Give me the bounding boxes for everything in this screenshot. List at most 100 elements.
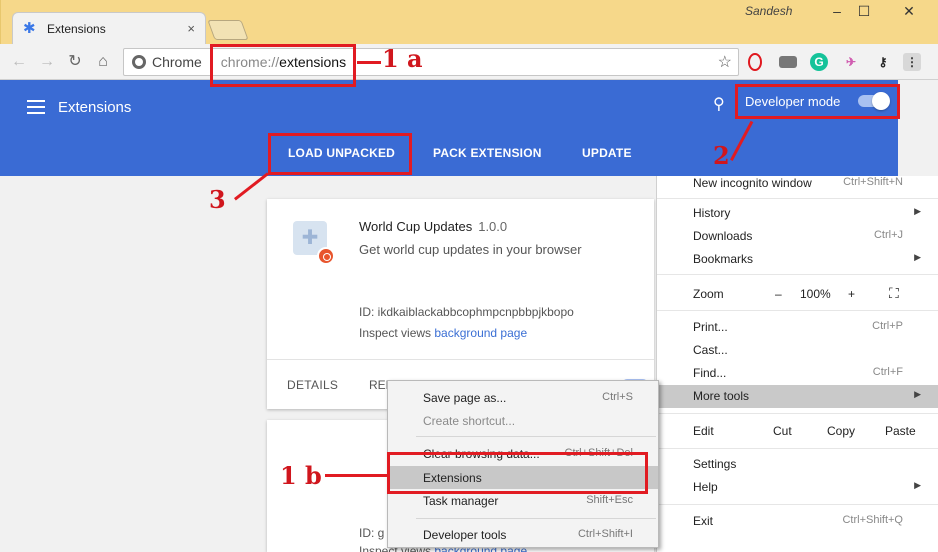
pack-extension-button[interactable]: PACK EXTENSION [433, 146, 542, 160]
details-button[interactable]: DETAILS [287, 378, 338, 392]
card-divider [267, 359, 654, 360]
menu-divider [657, 504, 938, 505]
page-title: Extensions [58, 99, 132, 116]
menu-bookmarks[interactable]: Bookmarks ▶ [657, 248, 938, 271]
annotation-label-3: 3 [209, 185, 226, 214]
menu-cast[interactable]: Cast... [657, 339, 938, 362]
menu-label: Cast... [693, 343, 728, 357]
copy-button[interactable]: Copy [827, 420, 855, 443]
menu-zoom: Zoom – 100% + ⛶ [657, 283, 938, 306]
submenu-label: Save page as... [423, 391, 507, 405]
annotation-label-1a: 1 a [382, 44, 423, 73]
new-tab-button[interactable] [207, 20, 249, 40]
menu-edit: Edit Cut Copy Paste [657, 420, 938, 443]
menu-divider [657, 448, 938, 449]
puzzle-icon: ✱ [23, 19, 36, 37]
annotation-label-2: 2 [713, 141, 730, 170]
submenu-developer-tools[interactable]: Developer tools Ctrl+Shift+I [388, 523, 658, 546]
home-icon[interactable]: ⌂ [92, 51, 114, 73]
close-window-button[interactable]: ✕ [890, 0, 928, 22]
menu-shortcut: Ctrl+P [872, 320, 903, 332]
reload-icon[interactable]: ↻ [64, 51, 86, 73]
menu-help[interactable]: Help ▶ [657, 476, 938, 499]
submenu-shortcut: Ctrl+Shift+I [577, 528, 633, 540]
profile-name[interactable]: Sandesh [745, 4, 792, 18]
menu-divider [657, 198, 938, 199]
menu-shortcut: Ctrl+J [873, 229, 903, 241]
menu-label: Print... [693, 320, 728, 334]
annotation-box-url [210, 44, 356, 87]
menu-shortcut: Ctrl+F [872, 366, 903, 378]
update-button[interactable]: UPDATE [582, 146, 632, 160]
annotation-box-devmode [735, 84, 900, 119]
fullscreen-icon[interactable]: ⛶ [889, 285, 899, 302]
search-icon[interactable]: ⚲ [713, 94, 725, 114]
maximize-button[interactable]: ☐ [845, 0, 883, 22]
menu-label: Edit [693, 424, 714, 438]
cut-button[interactable]: Cut [773, 420, 792, 443]
extension-name: World Cup Updates 1.0.0 [359, 219, 507, 234]
zoom-in-button[interactable]: + [848, 287, 855, 301]
submenu-arrow-icon: ▶ [914, 480, 921, 490]
menu-downloads[interactable]: Downloads Ctrl+J [657, 225, 938, 248]
extension-version: 1.0.0 [478, 219, 508, 234]
tab-close-icon[interactable]: × [187, 21, 195, 36]
forward-icon[interactable]: → [36, 51, 58, 73]
submenu-arrow-icon: ▶ [914, 206, 921, 216]
submenu-create-shortcut: Create shortcut... [388, 409, 658, 432]
key-icon[interactable]: ⚷ [874, 53, 892, 71]
menu-more-tools[interactable]: More tools ▶ [657, 385, 938, 408]
menu-print[interactable]: Print... Ctrl+P [657, 316, 938, 339]
menu-label: Help [693, 480, 718, 494]
extension-description: Get world cup updates in your browser [359, 242, 582, 257]
opera-icon[interactable] [748, 53, 762, 71]
annotation-box-extensions [387, 452, 648, 494]
submenu-label: Task manager [423, 494, 499, 508]
menu-shortcut: Ctrl+Shift+Q [842, 514, 903, 526]
menu-label: Downloads [693, 229, 753, 243]
browser-toolbar: ← → ↻ ⌂ Chrome chrome://extensions ☆ G ✈… [0, 44, 938, 80]
menu-new-incognito[interactable]: New incognito window Ctrl+Shift+N [657, 172, 938, 195]
annotation-label-1b: 1 b [280, 461, 322, 490]
menu-label: New incognito window [693, 176, 812, 190]
mail-icon[interactable] [779, 56, 797, 68]
hamburger-menu-icon[interactable] [27, 100, 45, 114]
chrome-main-menu: New incognito window Ctrl+Shift+N History… [656, 176, 938, 552]
paste-button[interactable]: Paste [885, 420, 916, 443]
extension-id: ID: ikdkaiblackabbcophmpcnpbbpjkbopo [359, 305, 574, 319]
extension-id-2: ID: g [359, 526, 385, 540]
submenu-label: Developer tools [423, 528, 507, 542]
tab-title: Extensions [47, 21, 106, 36]
menu-history[interactable]: History ▶ [657, 202, 938, 225]
menu-find[interactable]: Find... Ctrl+F [657, 362, 938, 385]
menu-divider [657, 310, 938, 311]
menu-divider [657, 274, 938, 275]
inspect-views: Inspect views background page [359, 326, 527, 340]
submenu-save-page[interactable]: Save page as... Ctrl+S [388, 386, 658, 409]
site-info-chip[interactable]: Chrome [132, 54, 213, 70]
inspect-label: Inspect views [359, 326, 432, 340]
menu-label: Find... [693, 366, 727, 380]
menu-exit[interactable]: Exit Ctrl+Shift+Q [657, 510, 938, 533]
grammarly-icon[interactable]: G [810, 53, 828, 71]
back-icon[interactable]: ← [8, 51, 30, 73]
extension-name-text: World Cup Updates [359, 219, 473, 234]
tab-extensions[interactable]: ✱ Extensions × [12, 12, 206, 44]
annotation-line-1a [357, 61, 381, 64]
menu-settings[interactable]: Settings [657, 453, 938, 476]
site-chip-label: Chrome [152, 54, 202, 70]
bird-icon[interactable]: ✈ [842, 53, 860, 71]
background-page-link[interactable]: background page [434, 326, 527, 340]
more-menu-icon[interactable]: ⋮ [903, 53, 921, 71]
bookmark-star-icon[interactable]: ☆ [718, 52, 732, 72]
extension-badge-icon [317, 247, 335, 265]
menu-label: More tools [693, 389, 750, 403]
menu-label: History [693, 206, 731, 220]
zoom-out-button[interactable]: – [775, 287, 782, 301]
menu-shortcut: Ctrl+Shift+N [843, 176, 903, 188]
annotation-box-load-unpacked [268, 133, 412, 175]
submenu-arrow-icon: ▶ [914, 252, 921, 262]
menu-divider [657, 413, 938, 414]
chrome-icon [132, 55, 146, 69]
submenu-shortcut: Shift+Esc [586, 494, 633, 506]
